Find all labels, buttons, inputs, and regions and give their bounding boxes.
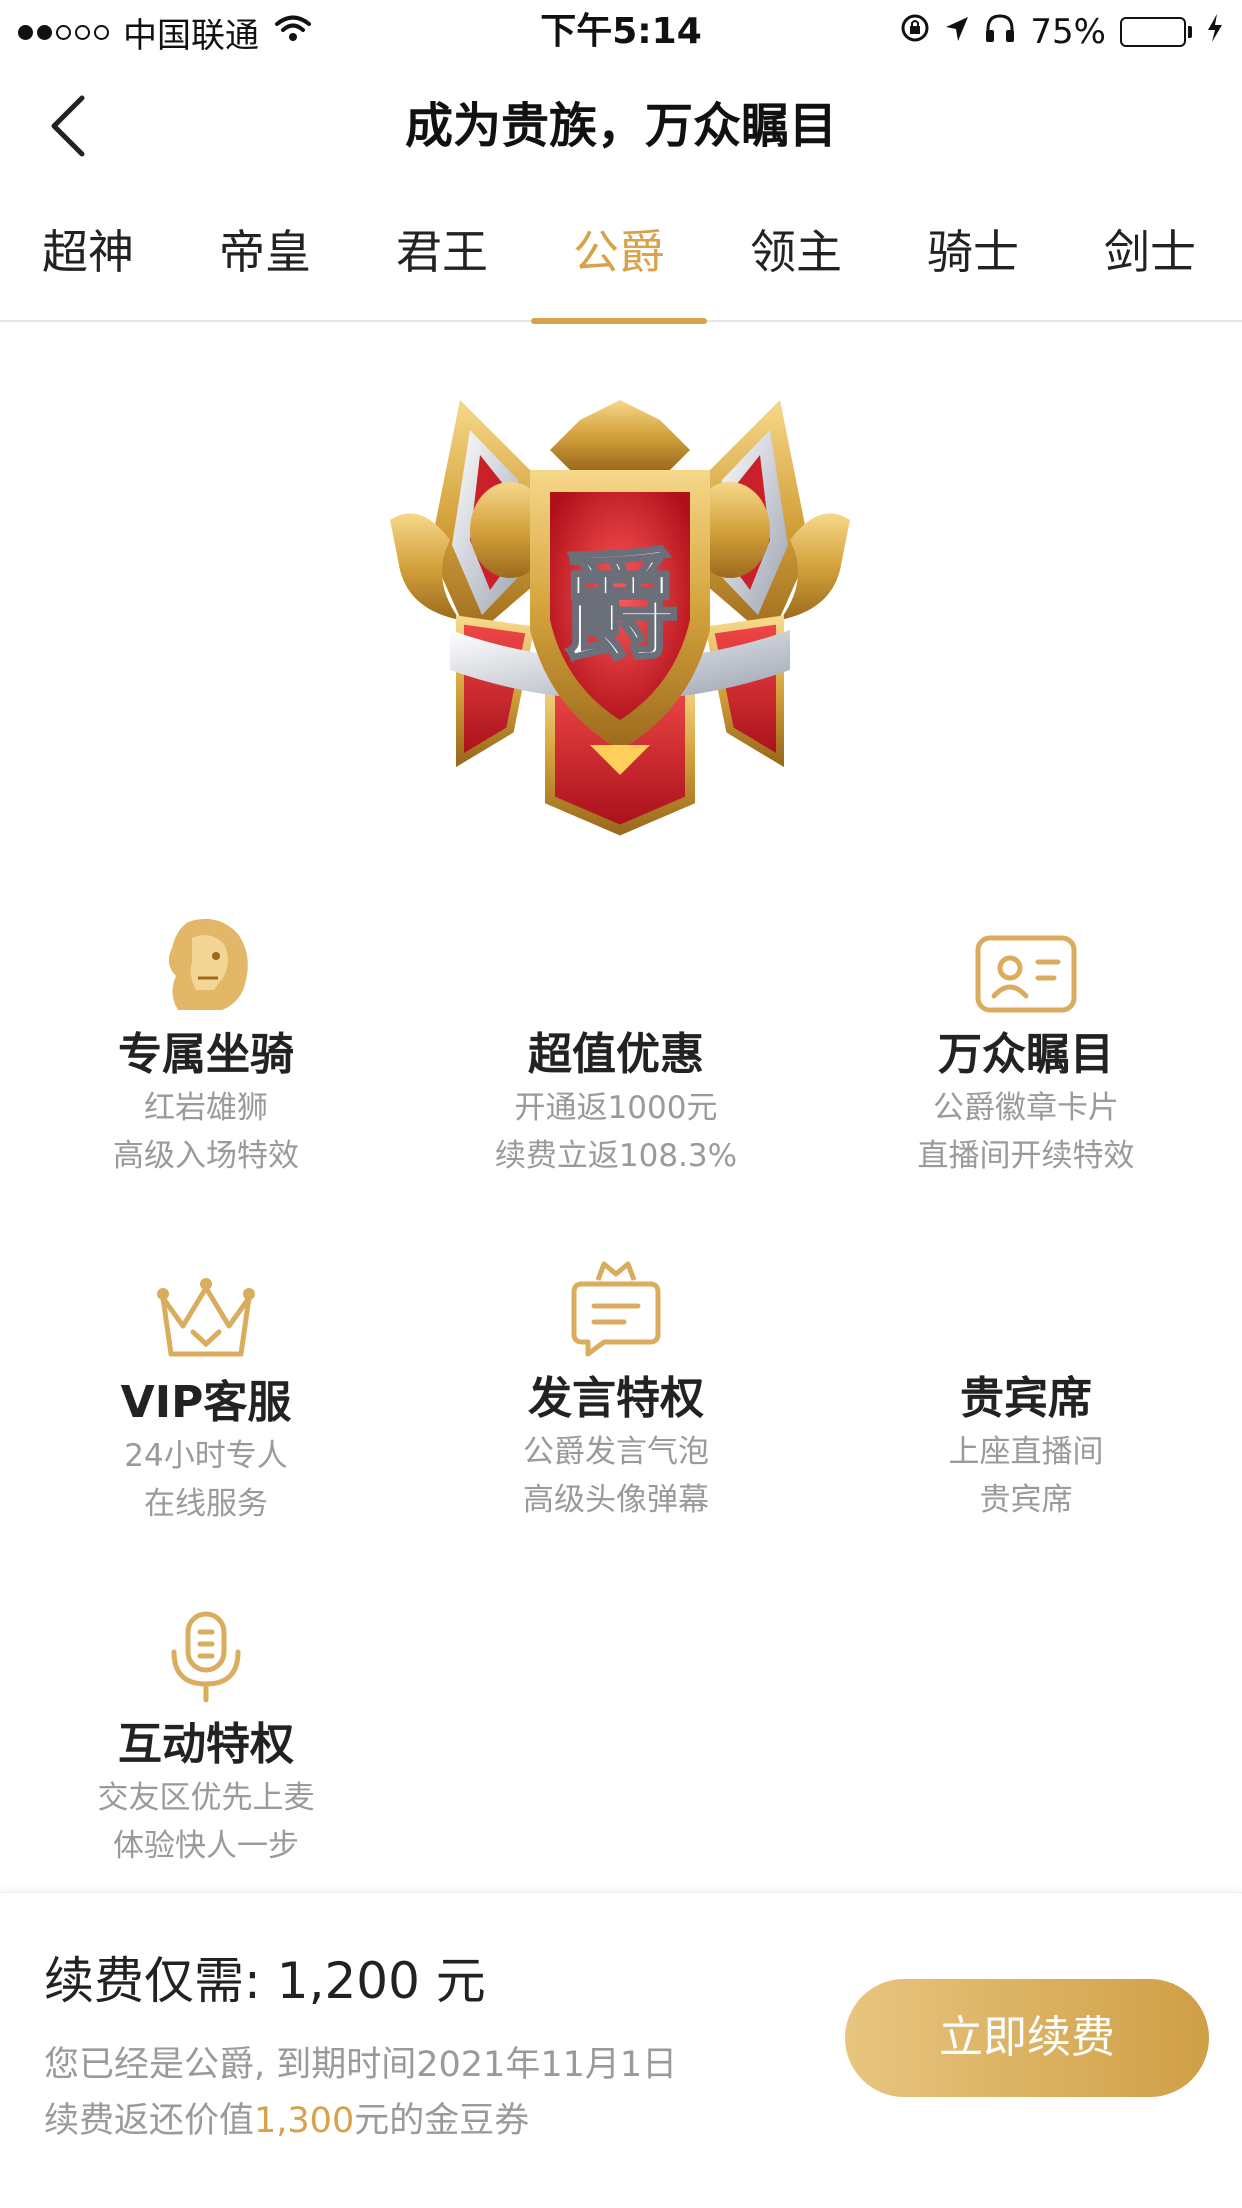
benefit-desc: 红岩雄狮 <box>144 1090 268 1126</box>
benefit-desc: 交友区优先上麦 <box>97 1780 315 1816</box>
benefit-vip-service: VIP客服 24小时专人 在线服务 <box>16 1252 396 1528</box>
rebate-amount: 1,300 <box>254 2101 355 2141</box>
microphone-icon <box>171 1611 241 1703</box>
benefit-title: 超值优惠 <box>528 1029 704 1080</box>
benefit-desc: 续费立返108.3% <box>494 1138 738 1174</box>
tab-qishi[interactable]: 骑士 <box>885 188 1061 322</box>
rebate-suffix: 元的金豆券 <box>354 2101 530 2141</box>
benefit-title: 发言特权 <box>528 1373 704 1424</box>
renew-button[interactable]: 立即续费 <box>845 1979 1209 2097</box>
charging-icon <box>1206 12 1224 52</box>
expiry-text: 您已经是公爵, 到期时间2021年11月1日 <box>44 2045 678 2085</box>
benefit-title: VIP客服 <box>120 1377 292 1428</box>
battery-icon <box>1120 17 1192 47</box>
chat-bubble-crown-icon <box>571 1261 661 1357</box>
renew-panel: 续费仅需: 1,200 元 您已经是公爵, 到期时间2021年11月1日 续费返… <box>0 1892 1242 2208</box>
benefit-desc: 贵宾席 <box>979 1482 1073 1518</box>
location-icon <box>944 12 970 52</box>
lion-icon <box>168 918 248 1010</box>
benefit-vip-seat: 贵宾席 上座直播间 贵宾席 <box>836 1248 1216 1524</box>
tab-lingzhu[interactable]: 领主 <box>708 188 884 322</box>
status-right: 75% <box>900 10 1224 54</box>
tab-chaoshen[interactable]: 超神 <box>0 188 176 322</box>
benefit-desc: 开通返1000元 <box>514 1090 718 1126</box>
tab-gongjue[interactable]: 公爵 <box>531 188 707 324</box>
headphones-icon <box>984 12 1016 52</box>
benefit-title: 互动特权 <box>118 1719 294 1770</box>
benefit-discount: 超值优惠 开通返1000元 续费立返108.3% <box>426 904 806 1180</box>
membership-info: 您已经是公爵, 到期时间2021年11月1日 续费返还价值1,300元的金豆券 <box>44 2037 677 2149</box>
tab-junwang[interactable]: 君王 <box>354 188 530 322</box>
rebate-text: 续费返还价值1,300元的金豆券 <box>44 2093 677 2149</box>
benefit-desc: 24小时专人 <box>124 1438 288 1474</box>
benefit-desc: 在线服务 <box>144 1486 268 1522</box>
benefit-title: 贵宾席 <box>960 1373 1092 1424</box>
benefit-desc: 体验快人一步 <box>113 1828 299 1864</box>
nav-bar: 成为贵族，万众瞩目 <box>0 64 1242 188</box>
benefit-interaction: 互动特权 交友区优先上麦 体验快人一步 <box>16 1594 396 1870</box>
benefit-title: 专属坐骑 <box>118 1029 294 1080</box>
benefit-desc: 公爵徽章卡片 <box>933 1090 1119 1126</box>
status-bar: 中国联通 下午5:14 75% <box>0 0 1242 64</box>
crown-icon <box>157 1278 255 1357</box>
benefit-title: 万众瞩目 <box>938 1029 1114 1080</box>
benefit-mount: 专属坐骑 红岩雄狮 高级入场特效 <box>16 904 396 1180</box>
tab-dihuang[interactable]: 帝皇 <box>177 188 353 322</box>
price-label: 续费仅需: <box>44 1952 261 2010</box>
page-title: 成为贵族，万众瞩目 <box>404 98 837 154</box>
battery-percent: 75% <box>1030 12 1106 52</box>
id-card-icon <box>975 935 1077 1013</box>
rank-tabs: 超神 帝皇 君王 公爵 领主 骑士 剑士 <box>0 188 1242 324</box>
orientation-lock-icon <box>900 12 930 52</box>
benefit-chat-privilege: 发言特权 公爵发言气泡 高级头像弹幕 <box>426 1248 806 1524</box>
rebate-prefix: 续费返还价值 <box>44 2101 255 2141</box>
benefit-desc: 上座直播间 <box>948 1434 1104 1470</box>
benefit-spotlight: 万众瞩目 公爵徽章卡片 直播间开续特效 <box>836 904 1216 1180</box>
renew-price: 续费仅需: 1,200 元 <box>44 1949 486 2013</box>
benefit-desc: 直播间开续特效 <box>917 1138 1135 1174</box>
benefit-desc: 高级入场特效 <box>113 1138 299 1174</box>
duke-emblem: 爵 <box>390 380 850 840</box>
tab-jianshi[interactable]: 剑士 <box>1062 188 1238 322</box>
emblem-character: 爵 <box>561 538 679 676</box>
benefit-desc: 公爵发言气泡 <box>523 1434 709 1470</box>
benefit-desc: 高级头像弹幕 <box>523 1482 709 1518</box>
price-value: 1,200 元 <box>276 1952 486 2010</box>
